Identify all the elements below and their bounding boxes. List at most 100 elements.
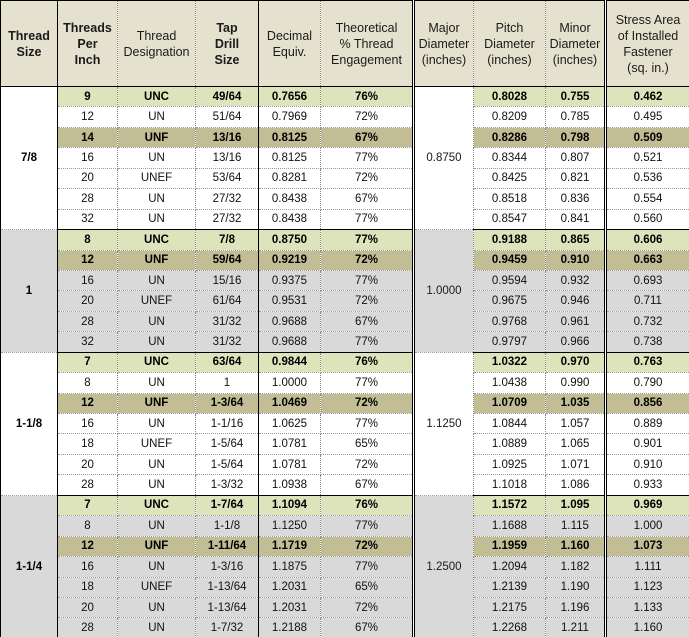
cell-decimal-equiv: 1.0000 — [258, 372, 321, 394]
cell-pitch-diameter: 0.9459 — [473, 250, 546, 271]
cell-threads-per-inch: 16 — [57, 147, 118, 169]
cell-decimal-equiv: 1.1094 — [258, 495, 321, 517]
cell-major-diameter: 0.8750 — [413, 86, 474, 231]
cell-pitch-diameter: 0.9594 — [473, 270, 546, 292]
cell-stress-area: 0.693 — [605, 270, 689, 292]
cell-thread-engagement: 65% — [320, 577, 415, 598]
cell-thread-designation: UN — [117, 270, 196, 292]
cell-major-diameter: 1.1250 — [413, 352, 474, 496]
cell-decimal-equiv: 0.9219 — [258, 250, 321, 271]
header-line: Thread — [136, 28, 177, 43]
cell-pitch-diameter: 1.0322 — [473, 352, 546, 374]
cell-thread-designation: UN — [117, 617, 196, 637]
cell-minor-diameter: 0.807 — [545, 147, 607, 169]
header-line: Size — [16, 44, 42, 59]
header-decimal-equiv: Decimal Equiv. — [258, 0, 321, 87]
cell-threads-per-inch: 8 — [57, 372, 118, 394]
cell-threads-per-inch: 16 — [57, 270, 118, 292]
cell-thread-designation: UN — [117, 331, 196, 353]
cell-minor-diameter: 0.836 — [545, 188, 607, 210]
cell-stress-area: 1.160 — [605, 617, 689, 637]
header-line: Per — [77, 36, 98, 51]
cell-thread-engagement: 72% — [320, 106, 415, 128]
header-line: Tap — [216, 20, 238, 35]
cell-thread-designation: UN — [117, 454, 196, 476]
cell-stress-area: 0.521 — [605, 147, 689, 169]
thread-tap-drill-table-sheet: Thread Size Threads Per Inch Thread Designat… — [0, 0, 689, 637]
cell-tap-drill-size: 1-13/64 — [195, 577, 259, 598]
cell-decimal-equiv: 0.8438 — [258, 188, 321, 210]
header-line: Fastener — [623, 44, 673, 59]
cell-stress-area: 0.495 — [605, 106, 689, 128]
cell-thread-engagement: 76% — [320, 352, 415, 374]
cell-stress-area: 0.462 — [605, 86, 689, 108]
table-row: 1 8 UNC 7/8 0.8750 77% 1.0000 0.9188 0.865 0.606 — [0, 229, 689, 353]
cell-tap-drill-size: 63/64 — [195, 352, 259, 374]
cell-minor-diameter: 0.798 — [545, 127, 607, 149]
cell-pitch-diameter: 0.8209 — [473, 106, 546, 128]
cell-thread-designation: UN — [117, 209, 196, 231]
table-row: 28 UN 1-7/32 1.2188 67% 1.2268 1.211 1.160 — [1, 617, 689, 637]
cell-threads-per-inch: 12 — [57, 536, 118, 558]
cell-minor-diameter: 1.196 — [545, 597, 607, 619]
cell-thread-designation: UN — [117, 597, 196, 619]
cell-threads-per-inch: 16 — [57, 413, 118, 435]
cell-thread-engagement: 77% — [320, 147, 415, 169]
cell-threads-per-inch: 16 — [57, 556, 118, 578]
cell-minor-diameter: 1.071 — [545, 454, 607, 476]
cell-tap-drill-size: 1-3/64 — [195, 393, 259, 415]
cell-thread-designation: UNEF — [117, 290, 196, 312]
header-line: Diameter — [418, 36, 470, 51]
cell-thread-designation: UN — [117, 515, 196, 537]
cell-tap-drill-size: 51/64 — [195, 106, 259, 128]
cell-stress-area: 0.763 — [605, 352, 689, 374]
cell-tap-drill-size: 49/64 — [195, 86, 259, 108]
cell-pitch-diameter: 0.8028 — [473, 86, 546, 108]
cell-thread-engagement: 77% — [320, 229, 415, 251]
header-line: (inches) — [487, 52, 532, 67]
cell-thread-engagement: 67% — [320, 617, 415, 637]
cell-tap-drill-size: 1-7/64 — [195, 495, 259, 517]
table-row: 12 UNF 1-11/64 1.1719 72% 1.1959 1.160 1.073 — [1, 536, 689, 558]
table-row: 8 UN 1 1.0000 77% 1.0438 0.990 0.790 — [1, 372, 689, 394]
table-row: 1-1/8 7 UNC 63/64 0.9844 76% 1.1250 1.0322 0.970… — [0, 352, 689, 496]
cell-decimal-equiv: 1.0469 — [258, 393, 321, 415]
header-line: Threads — [63, 20, 112, 35]
cell-threads-per-inch: 12 — [57, 250, 118, 271]
cell-thread-engagement: 67% — [320, 127, 415, 149]
header-thread-designation: Thread Designation — [117, 0, 196, 87]
header-line: Designation — [123, 44, 190, 59]
header-stress-area: Stress Area of Installed Fastener (sq. in.) — [605, 0, 689, 87]
cell-decimal-equiv: 0.8281 — [258, 168, 321, 190]
cell-threads-per-inch: 14 — [57, 127, 118, 149]
cell-stress-area: 0.509 — [605, 127, 689, 149]
cell-pitch-diameter: 0.8547 — [473, 209, 546, 231]
header-line: Pitch — [495, 20, 524, 35]
cell-threads-per-inch: 20 — [57, 597, 118, 619]
cell-stress-area: 0.711 — [605, 290, 689, 312]
cell-tap-drill-size: 59/64 — [195, 250, 259, 271]
cell-stress-area: 0.856 — [605, 393, 689, 415]
cell-threads-per-inch: 28 — [57, 311, 118, 333]
cell-thread-engagement: 77% — [320, 209, 415, 231]
cell-thread-designation: UN — [117, 556, 196, 578]
cell-pitch-diameter: 1.0709 — [473, 393, 546, 415]
cell-tap-drill-size: 1-1/8 — [195, 515, 259, 537]
cell-decimal-equiv: 0.9531 — [258, 290, 321, 312]
cell-minor-diameter: 0.865 — [545, 229, 607, 251]
cell-minor-diameter: 0.990 — [545, 372, 607, 394]
cell-major-diameter: 1.2500 — [413, 495, 474, 637]
cell-stress-area: 0.933 — [605, 474, 689, 496]
cell-thread-designation: UNF — [117, 536, 196, 558]
cell-threads-per-inch: 18 — [57, 433, 118, 455]
cell-tap-drill-size: 27/32 — [195, 188, 259, 210]
cell-pitch-diameter: 1.2175 — [473, 597, 546, 619]
cell-tap-drill-size: 1-3/16 — [195, 556, 259, 578]
cell-stress-area: 1.000 — [605, 515, 689, 537]
cell-minor-diameter: 1.211 — [545, 617, 607, 637]
cell-threads-per-inch: 20 — [57, 168, 118, 190]
cell-thread-designation: UNC — [117, 86, 196, 108]
cell-threads-per-inch: 28 — [57, 617, 118, 637]
cell-thread-engagement: 72% — [320, 250, 415, 271]
cell-pitch-diameter: 0.8344 — [473, 147, 546, 169]
